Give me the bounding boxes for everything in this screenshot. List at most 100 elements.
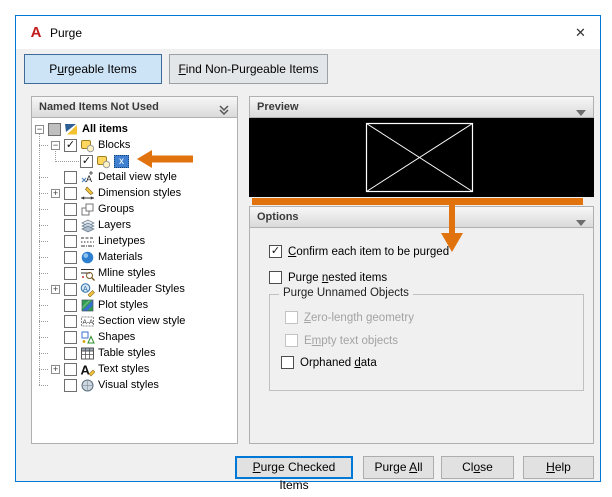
tree-expander-plus-icon[interactable]: + — [51, 189, 60, 198]
preview-image — [365, 122, 474, 193]
options-panel-title: Options — [257, 211, 299, 223]
dimension-style-icon — [80, 186, 95, 201]
tree-label-table-styles[interactable]: Table styles — [98, 347, 155, 360]
tree-checkbox-text-styles[interactable] — [64, 363, 77, 376]
purge-dialog: A Purge ✕ Purgeable Items Find Non-Purge… — [15, 15, 601, 492]
svg-text:A: A — [81, 363, 91, 378]
tree-label-plot-styles[interactable]: Plot styles — [98, 299, 148, 312]
tree-checkbox-all-items[interactable] — [48, 123, 61, 136]
tree-item-detail-view-style: A Detail view style — [32, 170, 237, 186]
tree-item-text-styles: + A Text styles — [32, 362, 237, 378]
checkbox-label: Zero-length geometry — [304, 312, 414, 324]
block-icon — [96, 154, 111, 169]
tree-label-all-items[interactable]: All items — [82, 123, 128, 136]
title-bar: A Purge ✕ — [16, 16, 600, 49]
tree-checkbox-layers[interactable] — [64, 219, 77, 232]
tree-item-multileader-styles: + A Multileader Styles — [32, 282, 237, 298]
checkbox-confirm-each-item-to-be-purged[interactable]: ✓ — [269, 245, 282, 258]
purge-checked-items-button[interactable]: Purge Checked Items — [235, 456, 353, 492]
tree-label-section-view-style[interactable]: Section view style — [98, 315, 185, 328]
tree-item-groups: Groups — [32, 202, 237, 218]
tree-checkbox-shapes[interactable] — [64, 331, 77, 344]
annotation-connector — [449, 204, 455, 234]
detail-view-style-icon: A — [80, 170, 95, 185]
tree-checkbox-table-styles[interactable] — [64, 347, 77, 360]
materials-icon — [80, 250, 95, 265]
tree-checkbox-multileader-styles[interactable] — [64, 283, 77, 296]
tree-checkbox-visual-styles[interactable] — [64, 379, 77, 392]
tree-checkbox-dimension-styles[interactable] — [64, 187, 77, 200]
autocad-logo-icon: A — [30, 24, 42, 41]
annotation-arrow-down-icon — [441, 233, 463, 257]
tree-item-plot-styles: Plot styles — [32, 298, 237, 314]
section-view-style-icon: A-A — [80, 314, 95, 329]
visual-style-icon — [80, 378, 95, 393]
tree-checkbox-section-view-style[interactable] — [64, 315, 77, 328]
checkbox-label[interactable]: Confirm each item to be purged — [288, 245, 449, 259]
tab-find-non-purgeable-items[interactable]: Find Non-Purgeable Items — [169, 54, 328, 84]
tree-label-dimension-styles[interactable]: Dimension styles — [98, 187, 181, 200]
checkbox-empty-text-objects — [285, 334, 298, 347]
tree-label-visual-styles[interactable]: Visual styles — [98, 379, 159, 392]
all-items-icon — [64, 122, 79, 137]
block-icon — [80, 138, 95, 153]
tree-checkbox-mline-styles[interactable] — [64, 267, 77, 280]
tree-checkbox-linetypes[interactable] — [64, 235, 77, 248]
purge-all-button[interactable]: Purge All — [363, 456, 434, 479]
checkbox-purge-nested-items[interactable] — [269, 271, 282, 284]
group-label: Purge Unnamed Objects — [279, 287, 413, 299]
tree-label-text-styles[interactable]: Text styles — [98, 363, 149, 376]
tree-expander-minus-icon[interactable]: − — [51, 141, 60, 150]
tree-checkbox-plot-styles[interactable] — [64, 299, 77, 312]
tree-item-section-view-style: A-A Section view style — [32, 314, 237, 330]
tree-item-layers: Layers — [32, 218, 237, 234]
tree-label-blocks[interactable]: Blocks — [98, 139, 130, 152]
tree-label-shapes[interactable]: Shapes — [98, 331, 135, 344]
tree-item-blocks: − ✓ Blocks — [32, 138, 237, 154]
tree-checkbox-groups[interactable] — [64, 203, 77, 216]
tree-item-materials: Materials — [32, 250, 237, 266]
tree-label-materials[interactable]: Materials — [98, 251, 143, 264]
checkbox-label[interactable]: Purge nested items — [288, 271, 387, 285]
block-preview — [249, 118, 594, 197]
tree-panel-title: Named Items Not Used — [39, 101, 159, 113]
annotation-bar — [252, 198, 583, 205]
tree-checkbox-x[interactable]: ✓ — [80, 155, 93, 168]
tree-expander-plus-icon[interactable]: + — [51, 285, 60, 294]
tree-label-groups[interactable]: Groups — [98, 203, 134, 216]
tree-expander-plus-icon[interactable]: + — [51, 365, 60, 374]
layers-icon — [80, 218, 95, 233]
svg-text:A: A — [86, 174, 92, 184]
tree-expander-minus-icon[interactable]: − — [35, 125, 44, 134]
mline-style-icon — [80, 266, 95, 281]
groups-icon — [80, 202, 95, 217]
tree-item-visual-styles: Visual styles — [32, 378, 237, 394]
tree-panel-header[interactable]: Named Items Not Used — [31, 96, 238, 118]
close-icon[interactable]: ✕ — [572, 24, 589, 41]
tree-checkbox-blocks[interactable]: ✓ — [64, 139, 77, 152]
preview-panel-header[interactable]: Preview — [249, 96, 594, 118]
tree-label-multileader-styles[interactable]: Multileader Styles — [98, 283, 185, 296]
annotation-arrow-left-icon — [137, 150, 193, 173]
options-panel-header[interactable]: Options — [249, 206, 594, 228]
tree-label-linetypes[interactable]: Linetypes — [98, 235, 145, 248]
multileader-style-icon: A — [80, 282, 95, 297]
tree-label-x[interactable]: x — [114, 155, 129, 168]
table-style-icon — [80, 346, 95, 361]
checkbox-label: Empty text objects — [304, 335, 398, 347]
svg-text:A: A — [83, 286, 88, 293]
help-button[interactable]: Help — [523, 456, 594, 479]
tree-checkbox-detail-view-style[interactable] — [64, 171, 77, 184]
preview-panel-title: Preview — [257, 101, 299, 113]
tree-label-layers[interactable]: Layers — [98, 219, 131, 232]
text-style-icon: A — [80, 362, 95, 377]
checkbox-label[interactable]: Orphaned data — [300, 356, 377, 370]
close-button[interactable]: Close — [441, 456, 514, 479]
tree-checkbox-materials[interactable] — [64, 251, 77, 264]
tab-purgeable-items[interactable]: Purgeable Items — [24, 54, 162, 84]
svg-text:A-A: A-A — [83, 319, 95, 326]
tree-label-mline-styles[interactable]: Mline styles — [98, 267, 155, 280]
tree-item-dimension-styles: + Dimension styles — [32, 186, 237, 202]
tree-item-table-styles: Table styles — [32, 346, 237, 362]
checkbox-orphaned-data[interactable] — [281, 356, 294, 369]
